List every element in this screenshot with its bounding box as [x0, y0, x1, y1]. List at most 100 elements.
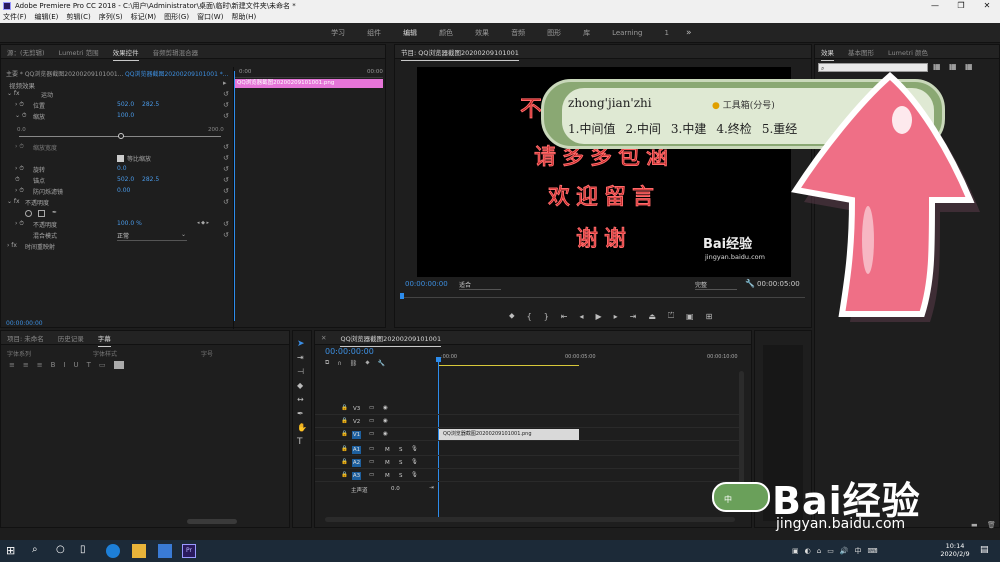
lock-icon[interactable]: 🔒 [341, 446, 348, 452]
underline-icon[interactable]: U [74, 361, 79, 369]
video-effects-menu-icon[interactable]: ▸ [223, 79, 227, 87]
pen-mask-icon[interactable]: ✒ [52, 209, 57, 216]
go-to-out-icon[interactable]: ⇥ [630, 312, 637, 321]
stopwatch-icon[interactable]: › ⏱ [15, 187, 24, 195]
tray-language[interactable]: 中 [855, 546, 862, 556]
menu-sequence[interactable]: 序列(S) [99, 12, 123, 23]
opacity-section-row[interactable]: ⌄ fx 不透明度 ↺ [1, 198, 233, 209]
microphone-icon[interactable]: 🎙 [411, 472, 418, 478]
close-button[interactable]: ✕ [974, 0, 1000, 12]
stopwatch-icon[interactable]: › ⏱ [15, 101, 24, 109]
mute-button[interactable]: M [385, 473, 390, 479]
workspace-learn[interactable]: 学习 [331, 28, 345, 38]
rectangle-mask-icon[interactable] [38, 210, 45, 217]
tab-project[interactable]: 项目: 未命名 [7, 333, 44, 343]
font-family-field[interactable]: 字体系列 [7, 349, 31, 358]
program-playhead[interactable] [400, 293, 404, 299]
anti-flicker-value[interactable]: 0.00 [117, 187, 130, 194]
horizontal-scrollbar[interactable] [187, 519, 237, 524]
track-label-a3[interactable]: A3 [352, 472, 361, 480]
cortana-icon[interactable]: ○ [56, 544, 70, 558]
reset-icon[interactable]: ↺ [223, 154, 229, 162]
menu-file[interactable]: 文件(F) [3, 12, 27, 23]
tray-icon[interactable]: ⌂ [817, 547, 821, 555]
effect-controls-timecode[interactable]: 00:00:00:00 [6, 320, 43, 327]
ime-candidate-3[interactable]: 3.中建 [671, 120, 706, 137]
stopwatch-icon[interactable]: ⌄ ⏱ [15, 112, 27, 120]
tab-effect-controls[interactable]: 效果控件 [112, 47, 139, 61]
windows-start-icon[interactable]: ⊞ [6, 544, 20, 558]
tray-icon[interactable]: ◐ [805, 547, 811, 555]
track-label-a2[interactable]: A2 [352, 459, 361, 467]
align-center-icon[interactable]: ≡ [23, 361, 29, 369]
solo-button[interactable]: S [399, 460, 403, 466]
time-remap-row[interactable]: › fx 时间重映射 [1, 242, 233, 253]
program-scrub-bar[interactable] [401, 297, 805, 298]
track-label-a1[interactable]: A1 [352, 446, 361, 454]
collapse-icon[interactable]: ⌄ fx [7, 198, 20, 205]
mini-clip-bar[interactable]: QQ浏览器截图20200209101001.png [235, 79, 383, 88]
step-forward-icon[interactable]: ▸ [614, 312, 618, 321]
menu-clip[interactable]: 剪辑(C) [66, 12, 90, 23]
lock-icon[interactable]: 🔒 [341, 459, 348, 465]
tab-lumetri-color[interactable]: Lumetri 颜色 [888, 47, 928, 57]
anchor-x[interactable]: 502.0 [117, 176, 134, 183]
clip-selector[interactable]: QQ浏览器截图20200209101001 *... [125, 69, 229, 78]
tab-audio-clip-mixer[interactable]: 音频剪辑混合器 [153, 47, 199, 57]
align-left-icon[interactable]: ≡ [9, 361, 15, 369]
italic-icon[interactable]: I [63, 361, 65, 369]
close-icon[interactable]: ✕ [321, 334, 326, 342]
lock-icon[interactable]: 🔒 [341, 418, 348, 424]
slip-tool-icon[interactable]: ↔ [297, 395, 304, 404]
opacity-value[interactable]: 100.0 % [117, 220, 142, 227]
menu-markers[interactable]: 标记(M) [131, 12, 157, 23]
task-view-icon[interactable]: ▯ [80, 544, 94, 558]
fit-select[interactable]: 适合 [459, 280, 501, 290]
position-x[interactable]: 502.0 [117, 101, 134, 108]
ellipse-mask-icon[interactable] [25, 210, 32, 217]
solo-button[interactable]: S [399, 447, 403, 453]
browser-icon[interactable] [106, 544, 120, 558]
blend-mode-select[interactable]: 正常 [117, 231, 187, 241]
caption-box-icon[interactable]: ▭ [99, 361, 106, 369]
color-swatch[interactable] [113, 361, 124, 369]
sync-lock-icon[interactable]: ▭ [369, 418, 374, 424]
search-icon[interactable]: ⌕ [32, 544, 46, 558]
master-track-value[interactable]: 0.0 [391, 486, 400, 492]
nest-icon[interactable]: ⧉ [325, 359, 329, 367]
add-marker-icon[interactable]: ⬥ [509, 311, 515, 321]
mini-playhead[interactable] [234, 71, 235, 321]
maximize-button[interactable]: ❐ [948, 0, 974, 12]
sync-lock-icon[interactable]: ▭ [369, 446, 374, 452]
quality-select[interactable]: 完整 [695, 280, 737, 290]
pen-tool-icon[interactable]: ✒ [297, 409, 304, 418]
reset-icon[interactable]: ↺ [223, 101, 229, 109]
workspace-graphics[interactable]: 图形 [547, 28, 561, 38]
ime-candidate-2[interactable]: 2.中间 [625, 120, 660, 137]
32bit-effects-icon[interactable]: ▦ [949, 62, 957, 71]
menu-help[interactable]: 帮助(H) [231, 12, 256, 23]
mute-button[interactable]: M [385, 460, 390, 466]
wrench-icon[interactable]: 🔧 [745, 279, 755, 288]
keyframe-nav-icon[interactable]: ◂ ◆ ▸ [197, 220, 209, 226]
reset-icon[interactable]: ↺ [223, 187, 229, 195]
workspace-editing[interactable]: 编辑 [403, 28, 417, 38]
microphone-icon[interactable]: 🎙 [411, 459, 418, 465]
settings-wrench-icon[interactable]: 🔧 [378, 360, 385, 367]
yuv-effects-icon[interactable]: ▦ [965, 62, 973, 71]
razor-tool-icon[interactable]: ◆ [297, 381, 303, 390]
menu-graphics[interactable]: 图形(G) [164, 12, 189, 23]
reset-icon[interactable]: ↺ [223, 220, 229, 228]
program-timecode[interactable]: 00:00:00:00 [405, 280, 448, 288]
align-right-icon[interactable]: ≡ [37, 361, 43, 369]
ime-candidate-4[interactable]: 4.终检 [716, 120, 751, 137]
reset-icon[interactable]: ↺ [223, 176, 229, 184]
workspace-effects[interactable]: 效果 [475, 28, 489, 38]
tab-program[interactable]: 节目: QQ浏览器截图20200209101001 [401, 47, 519, 61]
app-icon[interactable] [158, 544, 172, 558]
tab-effects[interactable]: 效果 [821, 47, 834, 61]
notification-icon[interactable]: ▤ [980, 545, 989, 555]
go-to-in-icon[interactable]: ⇤ [561, 312, 568, 321]
timeline-zoom-scrollbar[interactable] [325, 517, 735, 522]
anchor-y[interactable]: 282.5 [142, 176, 159, 183]
